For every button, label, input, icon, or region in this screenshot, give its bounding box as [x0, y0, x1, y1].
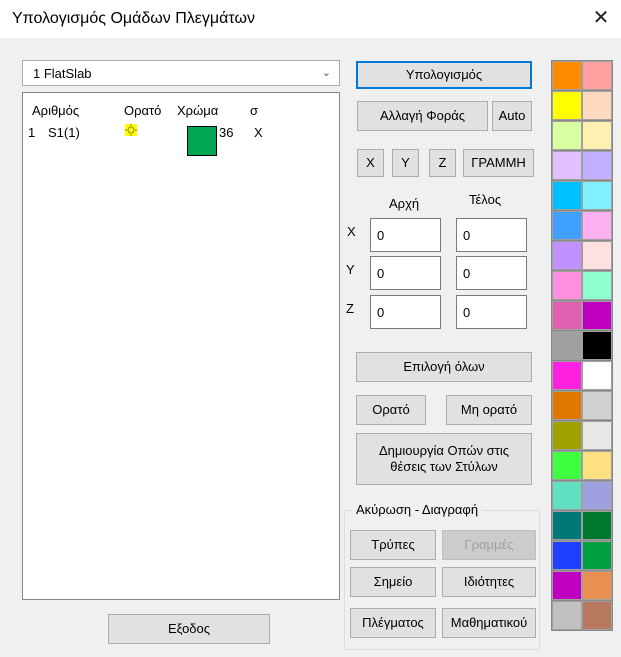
properties-button[interactable]: Ιδιότητες	[442, 567, 536, 597]
mesh-delete-button[interactable]: Πλέγματος	[350, 608, 436, 638]
auto-button[interactable]: Auto	[492, 101, 532, 131]
cancel-delete-title: Ακύρωση - Διαγραφή	[352, 502, 483, 517]
axis-x-label: X	[347, 224, 356, 239]
palette-swatch[interactable]	[582, 511, 612, 540]
start-y-field[interactable]: 0	[370, 256, 441, 290]
palette-swatch[interactable]	[552, 361, 582, 390]
palette-swatch[interactable]	[552, 421, 582, 450]
palette-swatch[interactable]	[582, 391, 612, 420]
palette-swatch[interactable]	[582, 361, 612, 390]
holes-button[interactable]: Τρύπες	[350, 530, 436, 560]
palette-swatch[interactable]	[582, 241, 612, 270]
lines-button[interactable]: Γραμμές	[442, 530, 536, 560]
mesh-select-value: 1 FlatSlab	[33, 66, 92, 81]
end-y-value: 0	[463, 266, 471, 281]
palette-swatch[interactable]	[552, 181, 582, 210]
palette-swatch[interactable]	[552, 451, 582, 480]
end-y-field[interactable]: 0	[456, 256, 527, 290]
header-sigma: σ	[250, 103, 259, 118]
palette-swatch[interactable]	[552, 571, 582, 600]
palette-swatch[interactable]	[582, 421, 612, 450]
palette-swatch[interactable]	[552, 211, 582, 240]
row-color-code: 36	[219, 125, 234, 140]
select-all-button[interactable]: Επιλογή όλων	[356, 352, 532, 382]
palette-swatch[interactable]	[582, 541, 612, 570]
visible-button[interactable]: Ορατό	[356, 395, 426, 425]
palette-swatch[interactable]	[582, 301, 612, 330]
window-title: Υπολογισμός Ομάδων Πλεγμάτων	[12, 10, 255, 27]
header-visible: Ορατό	[124, 103, 162, 118]
row-name: S1(1)	[48, 125, 80, 140]
start-y-value: 0	[377, 266, 385, 281]
x-button[interactable]: X	[357, 149, 384, 177]
palette-swatch[interactable]	[552, 241, 582, 270]
palette-swatch[interactable]	[552, 511, 582, 540]
palette-swatch[interactable]	[552, 391, 582, 420]
y-button[interactable]: Y	[392, 149, 419, 177]
end-label: Τέλος	[469, 192, 502, 207]
palette-swatch[interactable]	[552, 151, 582, 180]
axis-y-label: Y	[346, 262, 355, 277]
end-z-field[interactable]: 0	[456, 295, 527, 329]
palette-swatch[interactable]	[582, 331, 612, 360]
start-label: Αρχή	[389, 196, 420, 211]
palette-swatch[interactable]	[552, 331, 582, 360]
palette-swatch[interactable]	[552, 541, 582, 570]
end-x-value: 0	[463, 228, 471, 243]
header-number: Αριθμός	[32, 103, 80, 118]
palette-swatch[interactable]	[582, 151, 612, 180]
palette-swatch[interactable]	[582, 211, 612, 240]
change-direction-button[interactable]: Αλλαγή Φοράς	[357, 101, 488, 131]
row-number: 1	[28, 125, 36, 140]
exit-button[interactable]: Εξοδος	[108, 614, 270, 644]
mesh-list[interactable]: Αριθμός Ορατό Χρώμα σ 1 S1(1) 36 X	[22, 92, 340, 600]
palette-swatch[interactable]	[552, 121, 582, 150]
palette-swatch[interactable]	[552, 61, 582, 90]
math-delete-button[interactable]: Μαθηματικού	[442, 608, 536, 638]
palette-swatch[interactable]	[582, 181, 612, 210]
end-z-value: 0	[463, 305, 471, 320]
palette-swatch[interactable]	[582, 271, 612, 300]
mesh-select[interactable]: 1 FlatSlab ⌄	[22, 60, 340, 86]
start-z-field[interactable]: 0	[370, 295, 441, 329]
palette-swatch[interactable]	[552, 271, 582, 300]
start-x-field[interactable]: 0	[370, 218, 441, 252]
calculate-button[interactable]: Υπολογισμός	[356, 61, 532, 89]
close-icon[interactable]: ✕	[589, 6, 613, 30]
color-palette	[551, 60, 613, 631]
start-x-value: 0	[377, 228, 385, 243]
palette-swatch[interactable]	[582, 601, 612, 630]
chevron-down-icon: ⌄	[321, 67, 331, 79]
sun-icon[interactable]	[125, 124, 137, 136]
row-color-swatch[interactable]	[187, 126, 217, 156]
row-sigma: X	[254, 125, 263, 140]
point-button[interactable]: Σημείο	[350, 567, 436, 597]
palette-swatch[interactable]	[582, 91, 612, 120]
palette-swatch[interactable]	[552, 481, 582, 510]
palette-swatch[interactable]	[582, 481, 612, 510]
z-button[interactable]: Z	[429, 149, 456, 177]
axis-z-label: Z	[346, 301, 354, 316]
palette-swatch[interactable]	[552, 91, 582, 120]
not-visible-button[interactable]: Μη ορατό	[446, 395, 532, 425]
title-bar: Υπολογισμός Ομάδων Πλεγμάτων ✕	[0, 0, 621, 38]
palette-swatch[interactable]	[582, 571, 612, 600]
palette-swatch[interactable]	[582, 121, 612, 150]
palette-swatch[interactable]	[552, 301, 582, 330]
palette-swatch[interactable]	[582, 61, 612, 90]
header-color: Χρώμα	[177, 103, 219, 118]
line-button[interactable]: ΓΡΑΜΜΗ	[463, 149, 534, 177]
palette-swatch[interactable]	[552, 601, 582, 630]
palette-swatch[interactable]	[582, 451, 612, 480]
create-holes-button[interactable]: Δημιουργία Οπών στις θέσεις των Στύλων	[356, 433, 532, 485]
start-z-value: 0	[377, 305, 385, 320]
end-x-field[interactable]: 0	[456, 218, 527, 252]
